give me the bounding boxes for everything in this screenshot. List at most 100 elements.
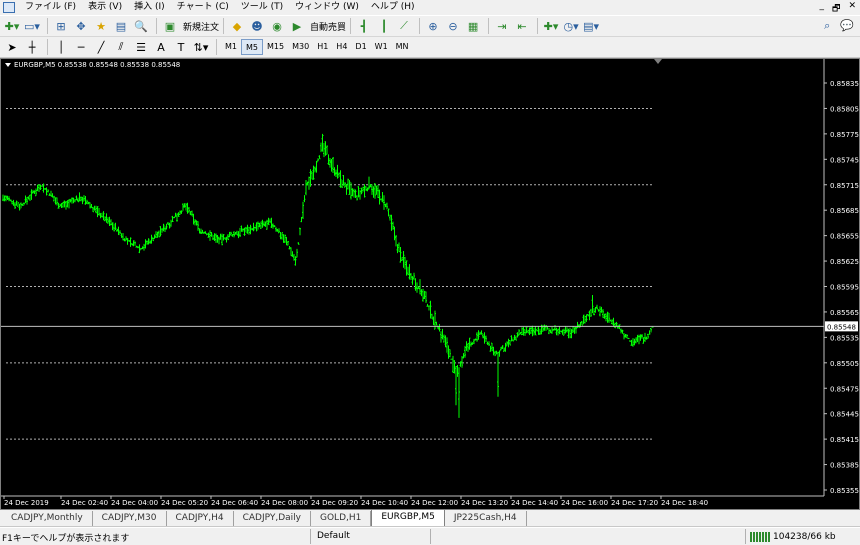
market-watch-icon[interactable]: ⊞ <box>52 17 70 35</box>
auto-scroll-icon[interactable]: ⇥ <box>493 17 511 35</box>
tab-eurgbp-m5[interactable]: EURGBP,M5 <box>371 509 445 526</box>
timeframe-w1[interactable]: W1 <box>371 39 392 55</box>
time-tick-label: 24 Dec 18:40 <box>661 499 708 507</box>
timeframe-h4[interactable]: H4 <box>332 39 351 55</box>
time-tick-label: 24 Dec 16:00 <box>561 499 608 507</box>
new-chart-icon[interactable]: ✚▾ <box>3 17 21 35</box>
standard-toolbar: ✚▾ ▭▾ ⊞ ✥ ★ ▤ 🔍 ▣ 新規注文 ◆ ☻ ◉ ▶ 自動売買 ┫ ┃ … <box>0 15 860 37</box>
chart-tabs: CADJPY,Monthly CADJPY,M30 CADJPY,H4 CADJ… <box>0 509 860 527</box>
price-tick-label: 0.85685 <box>830 207 859 215</box>
chart-shift-icon[interactable]: ⇤ <box>513 17 531 35</box>
navigator-icon[interactable]: ★ <box>92 17 110 35</box>
price-chart[interactable]: 0.85835 0.85805 0.85775 0.85745 0.85715 0.856… <box>1 59 859 509</box>
candlestick-icon[interactable]: ┃ <box>375 17 393 35</box>
time-tick-label: 24 Dec 14:40 <box>511 499 558 507</box>
price-bars <box>2 133 654 418</box>
auto-trading-icon[interactable]: ▶ <box>288 17 306 35</box>
tab-jp225cash-h4[interactable]: JP225Cash,H4 <box>445 511 527 526</box>
arrows-icon[interactable]: ⇅▾ <box>192 38 210 56</box>
time-tick-label: 24 Dec 04:00 <box>111 499 158 507</box>
tile-windows-icon[interactable]: ▦ <box>464 17 482 35</box>
time-tick-label: 24 Dec 12:00 <box>411 499 458 507</box>
price-tick-label: 0.85775 <box>830 131 859 139</box>
time-tick-label: 24 Dec 08:00 <box>261 499 308 507</box>
vertical-line-icon[interactable]: │ <box>52 38 70 56</box>
timeframe-mn[interactable]: MN <box>392 39 413 55</box>
menu-tools[interactable]: ツール (T) <box>235 0 289 15</box>
indicators-icon[interactable]: ✚▾ <box>542 17 560 35</box>
new-order-icon[interactable]: ▣ <box>161 17 179 35</box>
price-tick-label: 0.85535 <box>830 334 859 342</box>
menu-chart[interactable]: チャート (C) <box>171 0 235 15</box>
terminal-icon[interactable]: ▤ <box>112 17 130 35</box>
chart-menu-triangle-icon[interactable] <box>5 63 11 67</box>
community-icon[interactable]: ☻ <box>248 17 266 35</box>
tab-cadjpy-m30[interactable]: CADJPY,M30 <box>93 511 167 526</box>
auto-trading-button[interactable]: 自動売買 <box>310 20 346 33</box>
menu-bar: ファイル (F) 表示 (V) 挿入 (I) チャート (C) ツール (T) … <box>0 0 860 15</box>
trendline-icon[interactable]: ╱ <box>92 38 110 56</box>
time-tick-label: 24 Dec 02:40 <box>61 499 108 507</box>
timeframe-h1[interactable]: H1 <box>313 39 332 55</box>
price-tick-label: 0.85745 <box>830 156 859 164</box>
price-tick-label: 0.85655 <box>830 233 859 241</box>
timeframe-d1[interactable]: D1 <box>351 39 370 55</box>
price-tick-label: 0.85415 <box>830 436 859 444</box>
templates-icon[interactable]: ▤▾ <box>582 17 600 35</box>
status-bar: F1キーでヘルプが表示されます Default 104238/66 kb <box>0 527 860 545</box>
periodicity-icon[interactable]: ◷▾ <box>562 17 580 35</box>
profiles-icon[interactable]: ▭▾ <box>23 17 41 35</box>
timeframe-m30[interactable]: M30 <box>288 39 313 55</box>
tab-cadjpy-monthly[interactable]: CADJPY,Monthly <box>2 511 93 526</box>
search-icon[interactable]: ⌕ <box>824 19 830 33</box>
time-tick-label: 24 Dec 2019 <box>4 499 49 507</box>
crosshair-icon[interactable]: ┼ <box>23 38 41 56</box>
text-icon[interactable]: A <box>152 38 170 56</box>
timeframe-m15[interactable]: M15 <box>263 39 288 55</box>
price-tick-label: 0.85355 <box>830 487 859 495</box>
strategy-tester-icon[interactable]: 🔍 <box>132 17 150 35</box>
time-tick-label: 24 Dec 06:40 <box>211 499 258 507</box>
price-tick-label: 0.85805 <box>830 105 859 113</box>
traffic-text: 104238/66 kb <box>773 531 836 542</box>
zoom-out-icon[interactable]: ⊖ <box>444 17 462 35</box>
new-order-button[interactable]: 新規注文 <box>183 20 219 33</box>
tab-cadjpy-h4[interactable]: CADJPY,H4 <box>167 511 234 526</box>
connection-bars-icon <box>750 531 770 542</box>
cursor-icon[interactable]: ➤ <box>3 38 21 56</box>
chat-icon[interactable]: 💬 <box>840 19 854 33</box>
time-tick-label: 24 Dec 17:20 <box>611 499 658 507</box>
menu-file[interactable]: ファイル (F) <box>19 0 82 15</box>
status-connection[interactable]: 104238/66 kb <box>745 529 855 544</box>
price-tick-label: 0.85445 <box>830 411 859 419</box>
chart-shift-marker <box>654 59 662 64</box>
menu-window[interactable]: ウィンドウ (W) <box>289 0 365 15</box>
tab-gold-h1[interactable]: GOLD,H1 <box>311 511 372 526</box>
status-help-text: F1キーでヘルプが表示されます <box>2 534 130 544</box>
data-window-icon[interactable]: ✥ <box>72 17 90 35</box>
symbol-info: EURGBP,M5 0.85538 0.85548 0.85538 0.8554… <box>14 61 181 69</box>
time-tick-label: 24 Dec 10:40 <box>361 499 408 507</box>
signals-icon[interactable]: ◉ <box>268 17 286 35</box>
menu-view[interactable]: 表示 (V) <box>82 0 128 15</box>
price-tick-label: 0.85505 <box>830 360 859 368</box>
price-tick-label: 0.85595 <box>830 284 859 292</box>
fibonacci-icon[interactable]: ☰ <box>132 38 150 56</box>
price-tick-label: 0.85625 <box>830 258 859 266</box>
time-tick-label: 24 Dec 09:20 <box>311 499 358 507</box>
horizontal-line-icon[interactable]: ─ <box>72 38 90 56</box>
current-price-label: 0.85548 <box>827 323 856 331</box>
chart-window[interactable]: 0.85835 0.85805 0.85775 0.85745 0.85715 0.856… <box>0 58 860 510</box>
tab-cadjpy-daily[interactable]: CADJPY,Daily <box>234 511 311 526</box>
channel-icon[interactable]: ⫽ <box>112 38 130 56</box>
zoom-in-icon[interactable]: ⊕ <box>424 17 442 35</box>
bar-chart-icon[interactable]: ┫ <box>355 17 373 35</box>
text-label-icon[interactable]: T <box>172 38 190 56</box>
timeframe-m5[interactable]: M5 <box>241 39 263 55</box>
menu-help[interactable]: ヘルプ (H) <box>365 0 421 15</box>
menu-insert[interactable]: 挿入 (I) <box>128 0 171 15</box>
timeframe-m1[interactable]: M1 <box>221 39 241 55</box>
metaeditor-icon[interactable]: ◆ <box>228 17 246 35</box>
price-tick-label: 0.85385 <box>830 462 859 470</box>
line-chart-icon[interactable]: ⟋ <box>395 17 413 35</box>
